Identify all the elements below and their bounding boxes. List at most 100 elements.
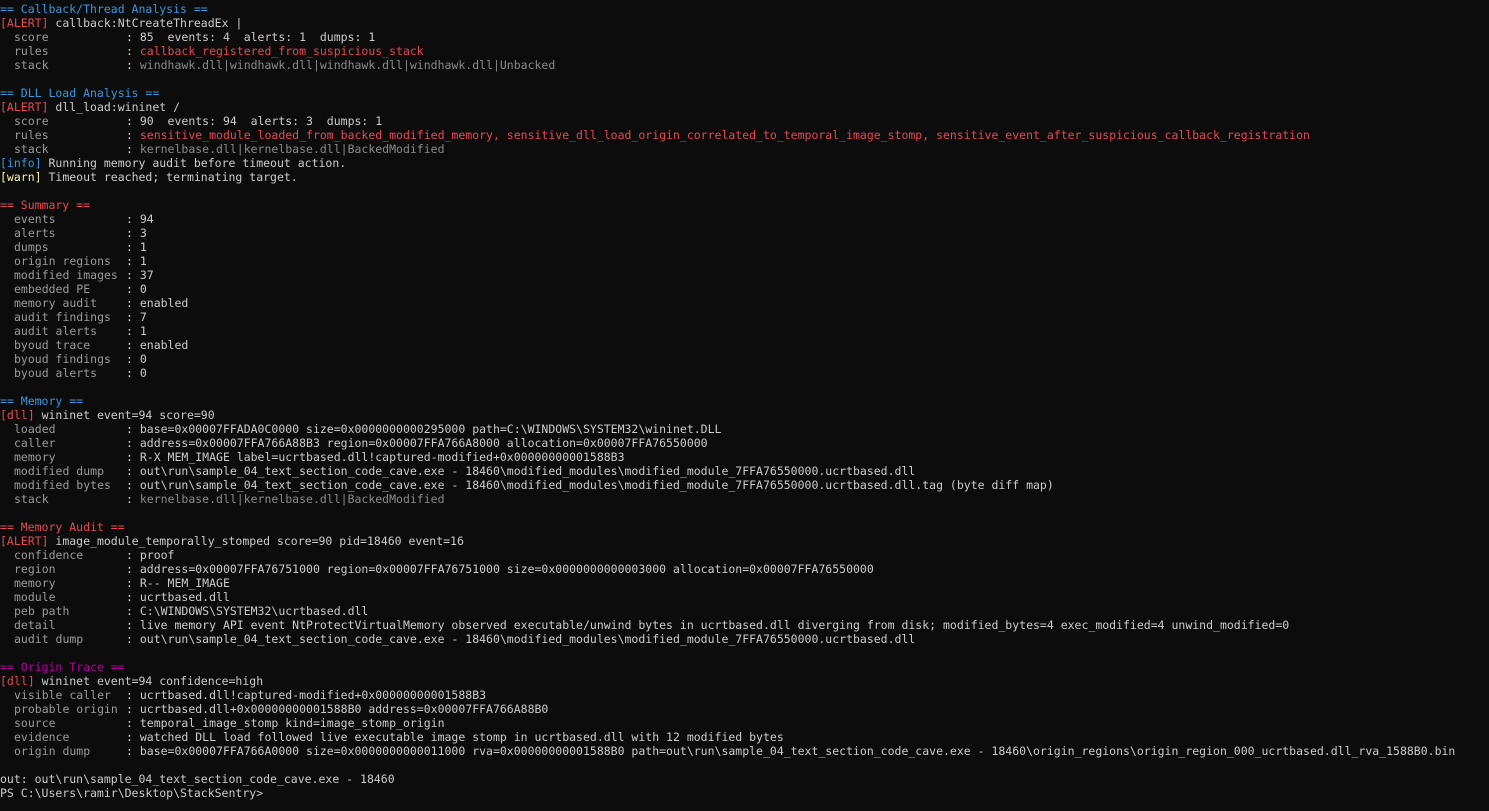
kv-row: score: 90 events: 94 alerts: 3 dumps: 1 (0, 114, 1489, 128)
kv-key: module (14, 590, 56, 604)
kv-key: byoud findings (14, 352, 111, 366)
kv-key: modified dump (14, 464, 105, 478)
summary-section-header: == Summary == (0, 198, 91, 212)
kv-separator: : (126, 212, 140, 226)
kv-value: R-- MEM_IMAGE (139, 576, 230, 590)
kv-separator: : (126, 44, 140, 58)
callback-rows: score: 85 events: 4 alerts: 1 dumps: 1 ru… (0, 30, 1489, 72)
kv-row: byoud alerts: 0 (0, 366, 1489, 380)
kv-row: detail: live memory API event NtProtectV… (0, 618, 1489, 632)
text-cursor: | (235, 16, 243, 30)
kv-separator: : (126, 114, 140, 128)
kv-key: audit dump (14, 632, 84, 646)
kv-value: ucrtbased.dll+0x00000000001588B0 address… (139, 702, 549, 716)
info-text: Running memory audit before timeout acti… (48, 156, 347, 170)
kv-value: base=0x00007FFADA0C0000 size=0x000000000… (139, 422, 722, 436)
kv-value: enabled (139, 338, 189, 352)
kv-separator: : (126, 366, 140, 380)
kv-value: 7 (139, 310, 147, 324)
kv-key: score (14, 114, 49, 128)
warn-text: Timeout reached; terminating target. (48, 170, 298, 184)
kv-row: score: 85 events: 4 alerts: 1 dumps: 1 (0, 30, 1489, 44)
kv-value: sensitive_module_loaded_from_backed_modi… (139, 128, 1310, 142)
kv-key: detail (14, 618, 56, 632)
kv-value: 0 (139, 352, 147, 366)
kv-separator: : (126, 478, 140, 492)
kv-key: modified images (14, 268, 118, 282)
kv-separator: : (126, 268, 140, 282)
dll-load-alert-line: [ALERT] dll_load:wininet / (0, 100, 1489, 114)
kv-separator: : (126, 240, 140, 254)
kv-value: C:\WINDOWS\SYSTEM32\ucrtbased.dll (139, 604, 369, 618)
kv-value: ucrtbased.dll (139, 590, 230, 604)
kv-separator: : (126, 590, 140, 604)
kv-row: stack: kernelbase.dll|kernelbase.dll|Bac… (0, 142, 1489, 156)
memory-dll-line: [dll] wininet event=94 score=90 (0, 408, 1489, 422)
info-line: [info] Running memory audit before timeo… (0, 156, 1489, 170)
kv-row: origin dump: base=0x00007FFA766A0000 siz… (0, 744, 1489, 758)
kv-separator: : (126, 128, 140, 142)
kv-row: probable origin: ucrtbased.dll+0x0000000… (0, 702, 1489, 716)
kv-key: visible caller (14, 688, 111, 702)
origin-dll-line: [dll] wininet event=94 confidence=high (0, 674, 1489, 688)
kv-row: audit findings: 7 (0, 310, 1489, 324)
callback-alert-text: callback:NtCreateThreadEx (55, 16, 229, 30)
kv-row: memory: R-- MEM_IMAGE (0, 576, 1489, 590)
dll-tag: [dll] (0, 408, 35, 422)
kv-value: 0 (139, 366, 147, 380)
kv-separator: : (126, 436, 140, 450)
kv-key: modified bytes (14, 478, 111, 492)
kv-key: region (14, 562, 56, 576)
kv-key: peb path (14, 604, 70, 618)
kv-separator: : (126, 324, 140, 338)
kv-value: temporal_image_stomp kind=image_stomp_or… (139, 716, 445, 730)
kv-value: address=0x00007FFA766A88B3 region=0x0000… (139, 436, 708, 450)
memory-audit-alert-line: [ALERT] image_module_temporally_stomped … (0, 534, 1489, 548)
kv-value: 3 (139, 226, 147, 240)
origin-trace-rows: visible caller: ucrtbased.dll!captured-m… (0, 688, 1489, 758)
callback-alert-line: [ALERT] callback:NtCreateThreadEx | (0, 16, 1489, 30)
kv-separator: : (126, 618, 140, 632)
dll-load-rows: score: 90 events: 94 alerts: 3 dumps: 1r… (0, 114, 1489, 156)
kv-separator: : (126, 450, 140, 464)
kv-separator: : (126, 30, 140, 44)
kv-separator: : (126, 702, 140, 716)
kv-separator: : (126, 604, 140, 618)
kv-row: source: temporal_image_stomp kind=image_… (0, 716, 1489, 730)
kv-key: evidence (14, 730, 70, 744)
kv-row: byoud trace: enabled (0, 338, 1489, 352)
kv-row: visible caller: ucrtbased.dll!captured-m… (0, 688, 1489, 702)
kv-row: region: address=0x00007FFA76751000 regio… (0, 562, 1489, 576)
kv-separator: : (126, 142, 140, 156)
kv-row: audit alerts: 1 (0, 324, 1489, 338)
terminal-window[interactable]: == Callback/Thread Analysis == [ALERT] c… (0, 0, 1489, 800)
kv-key: memory audit (14, 296, 98, 310)
kv-row: events: 94 (0, 212, 1489, 226)
kv-key: embedded PE (14, 282, 91, 296)
kv-separator: : (126, 492, 140, 506)
kv-key: confidence (14, 548, 84, 562)
kv-row: loaded: base=0x00007FFADA0C0000 size=0x0… (0, 422, 1489, 436)
memory-audit-alert-text: image_module_temporally_stomped score=90… (55, 534, 464, 548)
info-tag: [info] (0, 156, 42, 170)
kv-row: stack: windhawk.dll|windhawk.dll|windhaw… (0, 58, 1489, 72)
kv-row: origin regions: 1 (0, 254, 1489, 268)
kv-row: embedded PE: 0 (0, 282, 1489, 296)
kv-value: callback_registered_from_suspicious_stac… (139, 44, 424, 58)
kv-separator: : (126, 548, 140, 562)
kv-key: origin dump (14, 744, 91, 758)
kv-key: memory (14, 576, 56, 590)
shell-prompt[interactable]: PS C:\Users\ramir\Desktop\StackSentry> (0, 786, 1489, 800)
kv-value: out\run\sample_04_text_section_code_cave… (139, 478, 1054, 492)
kv-key: alerts (14, 226, 56, 240)
kv-value: out\run\sample_04_text_section_code_cave… (139, 632, 916, 646)
kv-key: audit findings (14, 310, 111, 324)
kv-separator: : (126, 352, 140, 366)
kv-row: rules: sensitive_module_loaded_from_back… (0, 128, 1489, 142)
kv-row: module: ucrtbased.dll (0, 590, 1489, 604)
